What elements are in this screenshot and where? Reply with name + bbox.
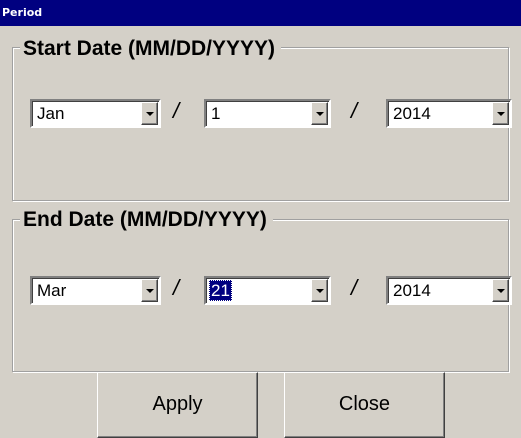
end-separator-1: /	[173, 275, 180, 300]
start-separator-1: /	[173, 98, 180, 123]
start-day-value: 1	[211, 104, 221, 123]
start-day-select[interactable]: 1	[204, 99, 331, 128]
end-month-select[interactable]: Mar	[30, 276, 161, 305]
end-day-select[interactable]: 21	[204, 276, 331, 305]
chevron-down-icon	[497, 112, 505, 116]
chevron-down-icon	[146, 112, 154, 116]
end-day-dropdown-button[interactable]	[311, 279, 328, 302]
close-button[interactable]: Close	[284, 372, 445, 438]
end-separator-2: /	[351, 275, 358, 300]
start-day-dropdown-button[interactable]	[311, 102, 328, 125]
apply-button[interactable]: Apply	[97, 372, 258, 438]
end-year-select[interactable]: 2014	[386, 276, 512, 305]
start-year-value: 2014	[393, 104, 431, 123]
end-day-value: 21	[209, 280, 232, 301]
chevron-down-icon	[497, 289, 505, 293]
start-year-dropdown-button[interactable]	[492, 102, 509, 125]
start-month-select[interactable]: Jan	[30, 99, 161, 128]
end-year-value: 2014	[393, 281, 431, 300]
end-month-dropdown-button[interactable]	[141, 279, 158, 302]
window-title: Period	[0, 0, 521, 26]
end-date-legend: End Date (MM/DD/YYYY)	[20, 208, 273, 232]
chevron-down-icon	[316, 112, 324, 116]
chevron-down-icon	[316, 289, 324, 293]
period-dialog: Start Date (MM/DD/YYYY) Jan / 1 / 2014 E…	[0, 26, 521, 438]
start-month-dropdown-button[interactable]	[141, 102, 158, 125]
end-month-value: Mar	[37, 281, 67, 300]
start-month-value: Jan	[37, 104, 65, 123]
chevron-down-icon	[146, 289, 154, 293]
start-date-legend: Start Date (MM/DD/YYYY)	[20, 37, 282, 61]
start-separator-2: /	[351, 98, 358, 123]
end-year-dropdown-button[interactable]	[492, 279, 509, 302]
start-year-select[interactable]: 2014	[386, 99, 512, 128]
